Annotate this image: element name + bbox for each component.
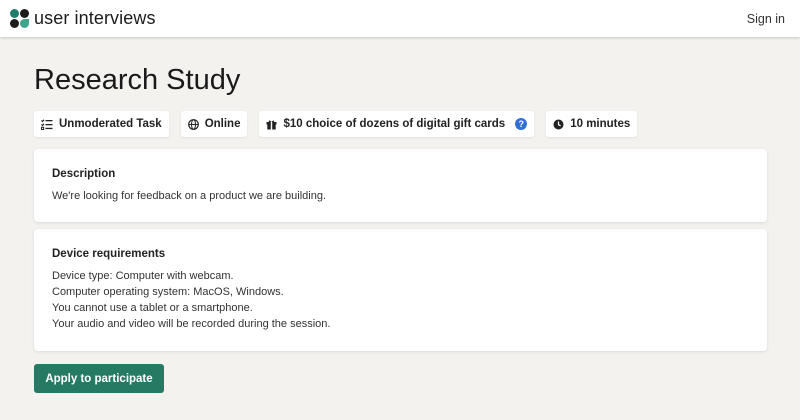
tag-duration: 10 minutes (546, 111, 638, 137)
gift-icon (266, 120, 277, 129)
tag-label: Unmoderated Task (59, 118, 162, 130)
user-interviews-logo-icon (10, 9, 29, 28)
description-text: We're looking for feedback on a product … (52, 190, 327, 202)
tag-study-type: Unmoderated Task (34, 111, 169, 137)
brand-logo-link[interactable]: user interviews (10, 8, 156, 29)
recording-notice-line: Your audio and video will be recorded du… (52, 318, 331, 330)
tag-location: Online (180, 111, 248, 137)
help-icon[interactable]: ? (515, 118, 528, 130)
device-requirements-heading: Device requirements (52, 248, 166, 260)
tag-label: $10 choice of dozens of digital gift car… (283, 118, 506, 130)
globe-icon (187, 118, 199, 130)
page-title: Research Study (34, 64, 241, 96)
checklist-icon (41, 118, 53, 130)
tag-label: Online (204, 118, 241, 130)
sign-in-link[interactable]: Sign in (747, 12, 785, 26)
device-restriction-line: You cannot use a tablet or a smartphone. (52, 302, 253, 314)
description-card: Description We're looking for feedback o… (34, 149, 767, 222)
apply-to-participate-button[interactable]: Apply to participate (34, 364, 164, 393)
study-tags: Unmoderated Task Online $10 choice of do… (34, 111, 638, 137)
device-type-line: Device type: Computer with webcam. (52, 270, 234, 282)
tag-label: 10 minutes (570, 118, 631, 130)
device-requirements-card: Device requirements Device type: Compute… (34, 229, 767, 351)
operating-system-line: Computer operating system: MacOS, Window… (52, 286, 284, 298)
tag-incentive: $10 choice of dozens of digital gift car… (259, 111, 535, 137)
description-heading: Description (52, 168, 116, 180)
brand-name: user interviews (34, 8, 156, 28)
top-navigation-bar: user interviews Sign in (0, 0, 800, 37)
clock-icon (553, 119, 564, 129)
